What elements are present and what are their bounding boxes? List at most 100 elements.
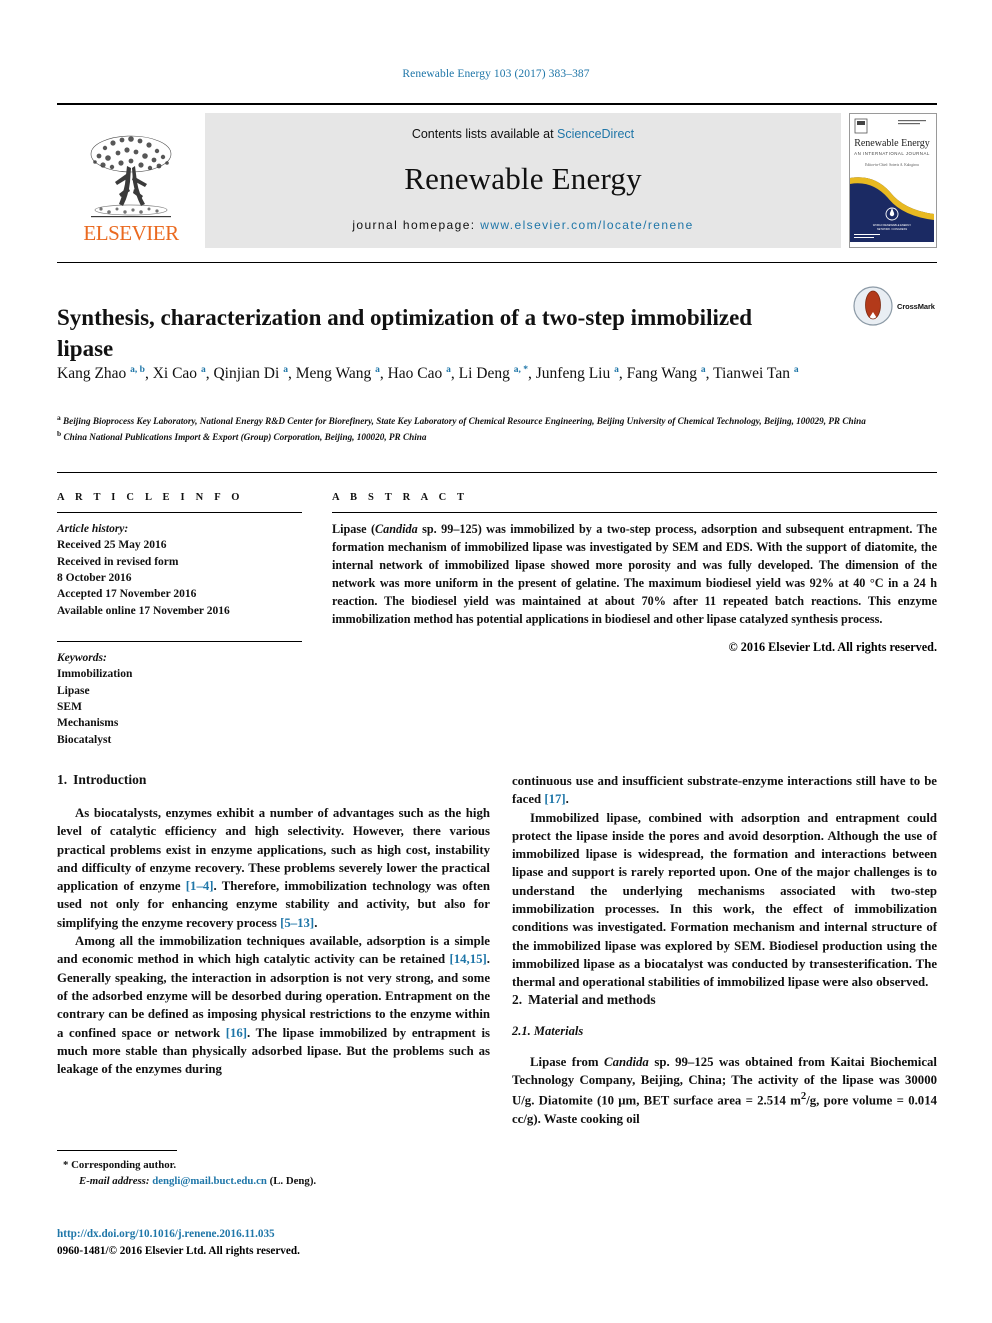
paragraph-intro-2-cont: continuous use and insufficient substrat… (512, 772, 937, 809)
journal-cover-image: Renewable Energy AN INTERNATIONAL JOURNA… (850, 114, 934, 242)
author-name: Tianwei Tan (713, 365, 790, 382)
author-name: Xi Cao (152, 365, 198, 382)
journal-title: Renewable Energy (404, 160, 642, 196)
keyword-item: SEM (57, 700, 82, 713)
keyword-item: Mechanisms (57, 717, 119, 730)
author-name: Junfeng Liu (535, 365, 611, 382)
email-label: E-mail address: (79, 1174, 150, 1187)
abstract-part1: Lipase ( (332, 522, 376, 536)
corresponding-label: Corresponding author. (71, 1159, 177, 1171)
author-affiliation-mark: a, * (513, 364, 528, 375)
elsevier-logo: ELSEVIER (57, 113, 205, 248)
heading-text: Materials (533, 1023, 584, 1038)
article-info-column: A R T I C L E I N F O Article history: R… (57, 492, 302, 748)
elsevier-wordmark: ELSEVIER (83, 221, 179, 245)
history-item: 8 October 2016 (57, 571, 132, 584)
author-affiliation-mark: a (200, 364, 206, 375)
abstract-heading: A B S T R A C T (332, 492, 469, 503)
history-item: Available online 17 November 2016 (57, 604, 230, 617)
affiliation-mark: b (57, 429, 62, 439)
article-info-heading: A R T I C L E I N F O (57, 492, 244, 503)
email-link[interactable]: dengli@mail.buct.edu.cn (152, 1175, 267, 1187)
elsevier-tree-icon (90, 135, 172, 218)
affiliation-item: a Beijing Bioprocess Key Laboratory, Nat… (57, 412, 887, 428)
author-affiliation-mark: a (375, 364, 380, 375)
author-item: Kang Zhao a, b, (57, 364, 149, 382)
article-info-rule (57, 512, 302, 513)
abstract-part2: sp. 99–125) was immobilized by a two-ste… (332, 522, 937, 626)
contents-line: Contents lists available at ScienceDirec… (215, 127, 831, 141)
heading-number: 2.1. (512, 1023, 531, 1038)
citation-ref[interactable]: [14,15] (449, 952, 486, 966)
history-item: Accepted 17 November 2016 (57, 588, 197, 601)
para-text: . (314, 915, 318, 930)
author-item: Xi Cao a, (152, 364, 210, 382)
author-item: Li Deng a, *, (458, 364, 532, 382)
author-name: Qinjian Di (213, 365, 280, 382)
corresponding-author-note: * Corresponding author. (57, 1158, 490, 1174)
affiliation-text: China National Publications Import & Exp… (63, 432, 427, 443)
keyword-item: Lipase (57, 684, 90, 697)
affiliation-list: a Beijing Bioprocess Key Laboratory, Nat… (57, 412, 887, 445)
author-name: Fang Wang (626, 365, 697, 382)
citation-ref[interactable]: [17] (544, 792, 565, 806)
abstract-column: A B S T R A C T Lipase (Candida sp. 99–1… (332, 492, 937, 655)
sciencedirect-link[interactable]: ScienceDirect (557, 127, 634, 141)
banner-center: Contents lists available at ScienceDirec… (205, 113, 841, 248)
journal-banner: ELSEVIER Contents lists available at Sci… (57, 103, 937, 248)
citation-ref[interactable]: [5–13] (280, 916, 314, 930)
svg-text:Editor-in-Chief: Soteris A. Ka: Editor-in-Chief: Soteris A. Kalogirou (865, 163, 919, 167)
journal-cover-thumbnail: Renewable Energy AN INTERNATIONAL JOURNA… (849, 113, 937, 248)
para-text: Lipase from (530, 1054, 605, 1069)
heading-text: Material and methods (528, 991, 656, 1007)
author-name: Hao Cao (387, 365, 443, 382)
article-history-heading: Article history: (57, 523, 129, 535)
crossmark-badge[interactable]: CrossMark (853, 285, 939, 327)
author-affiliation-mark: a (283, 364, 288, 375)
abstract-organism: Candida (375, 522, 418, 536)
author-list: Kang Zhao a, b, Xi Cao a, Qinjian Di a, … (57, 362, 867, 385)
author-item: Hao Cao a, (387, 364, 455, 382)
author-item: Fang Wang a, (626, 364, 710, 382)
body-column-right: continuous use and insufficient substrat… (512, 772, 937, 1128)
issn-copyright-line: 0960-1481/© 2016 Elsevier Ltd. All right… (57, 1244, 300, 1257)
doi-block: http://dx.doi.org/10.1016/j.renene.2016.… (57, 1226, 490, 1260)
affiliation-mark: a (57, 413, 61, 422)
email-owner: (L. Deng). (269, 1174, 317, 1187)
history-item: Received 25 May 2016 (57, 539, 167, 552)
contents-prefix: Contents lists available at (411, 127, 558, 141)
paragraph-intro-3: Immobilized lipase, combined with adsorp… (512, 810, 937, 990)
author-affiliation-mark: a (700, 364, 706, 375)
author-name: Kang Zhao (57, 365, 127, 382)
footnote-block: * Corresponding author. E-mail address: … (57, 1150, 490, 1189)
affiliation-item: b China National Publications Import & E… (57, 428, 887, 444)
citation-ref[interactable]: [1–4] (186, 879, 214, 893)
crossmark-icon (853, 286, 893, 326)
crossmark-label: CrossMark (897, 301, 935, 311)
author-name: Meng Wang (295, 365, 372, 382)
svg-text:Renewable Energy: Renewable Energy (854, 138, 930, 149)
doi-link[interactable]: http://dx.doi.org/10.1016/j.renene.2016.… (57, 1226, 490, 1243)
keyword-item: Biocatalyst (57, 733, 112, 746)
homepage-url-link[interactable]: www.elsevier.com/locate/renene (480, 218, 693, 232)
info-divider (57, 472, 937, 473)
author-item: Junfeng Liu a, (535, 364, 623, 382)
abstract-copyright: © 2016 Elsevier Ltd. All rights reserved… (728, 639, 937, 654)
svg-text:NETWORK / CONGRESS: NETWORK / CONGRESS (877, 227, 908, 231)
footnote-divider (57, 1150, 177, 1151)
author-affiliation-mark: a (793, 364, 799, 375)
keyword-item: Immobilization (57, 668, 133, 681)
organism-name: Candida (604, 1054, 649, 1069)
corresponding-marker: * (63, 1159, 69, 1171)
body-column-left: 1. Introduction As biocatalysts, enzymes … (57, 772, 490, 1078)
running-head: Renewable Energy 103 (2017) 383–387 (402, 68, 590, 80)
history-item: Received in revised form (57, 555, 179, 568)
citation-ref[interactable]: [16] (226, 1026, 247, 1040)
affiliation-text: Beijing Bioprocess Key Laboratory, Natio… (63, 416, 866, 427)
heading-introduction: 1. Introduction (57, 772, 490, 788)
author-item: Tianwei Tan a (713, 365, 798, 382)
homepage-prefix: journal homepage: (352, 218, 481, 232)
para-text: . (565, 792, 569, 807)
keywords-heading: Keywords: (57, 651, 107, 664)
heading-text: Introduction (73, 772, 147, 787)
